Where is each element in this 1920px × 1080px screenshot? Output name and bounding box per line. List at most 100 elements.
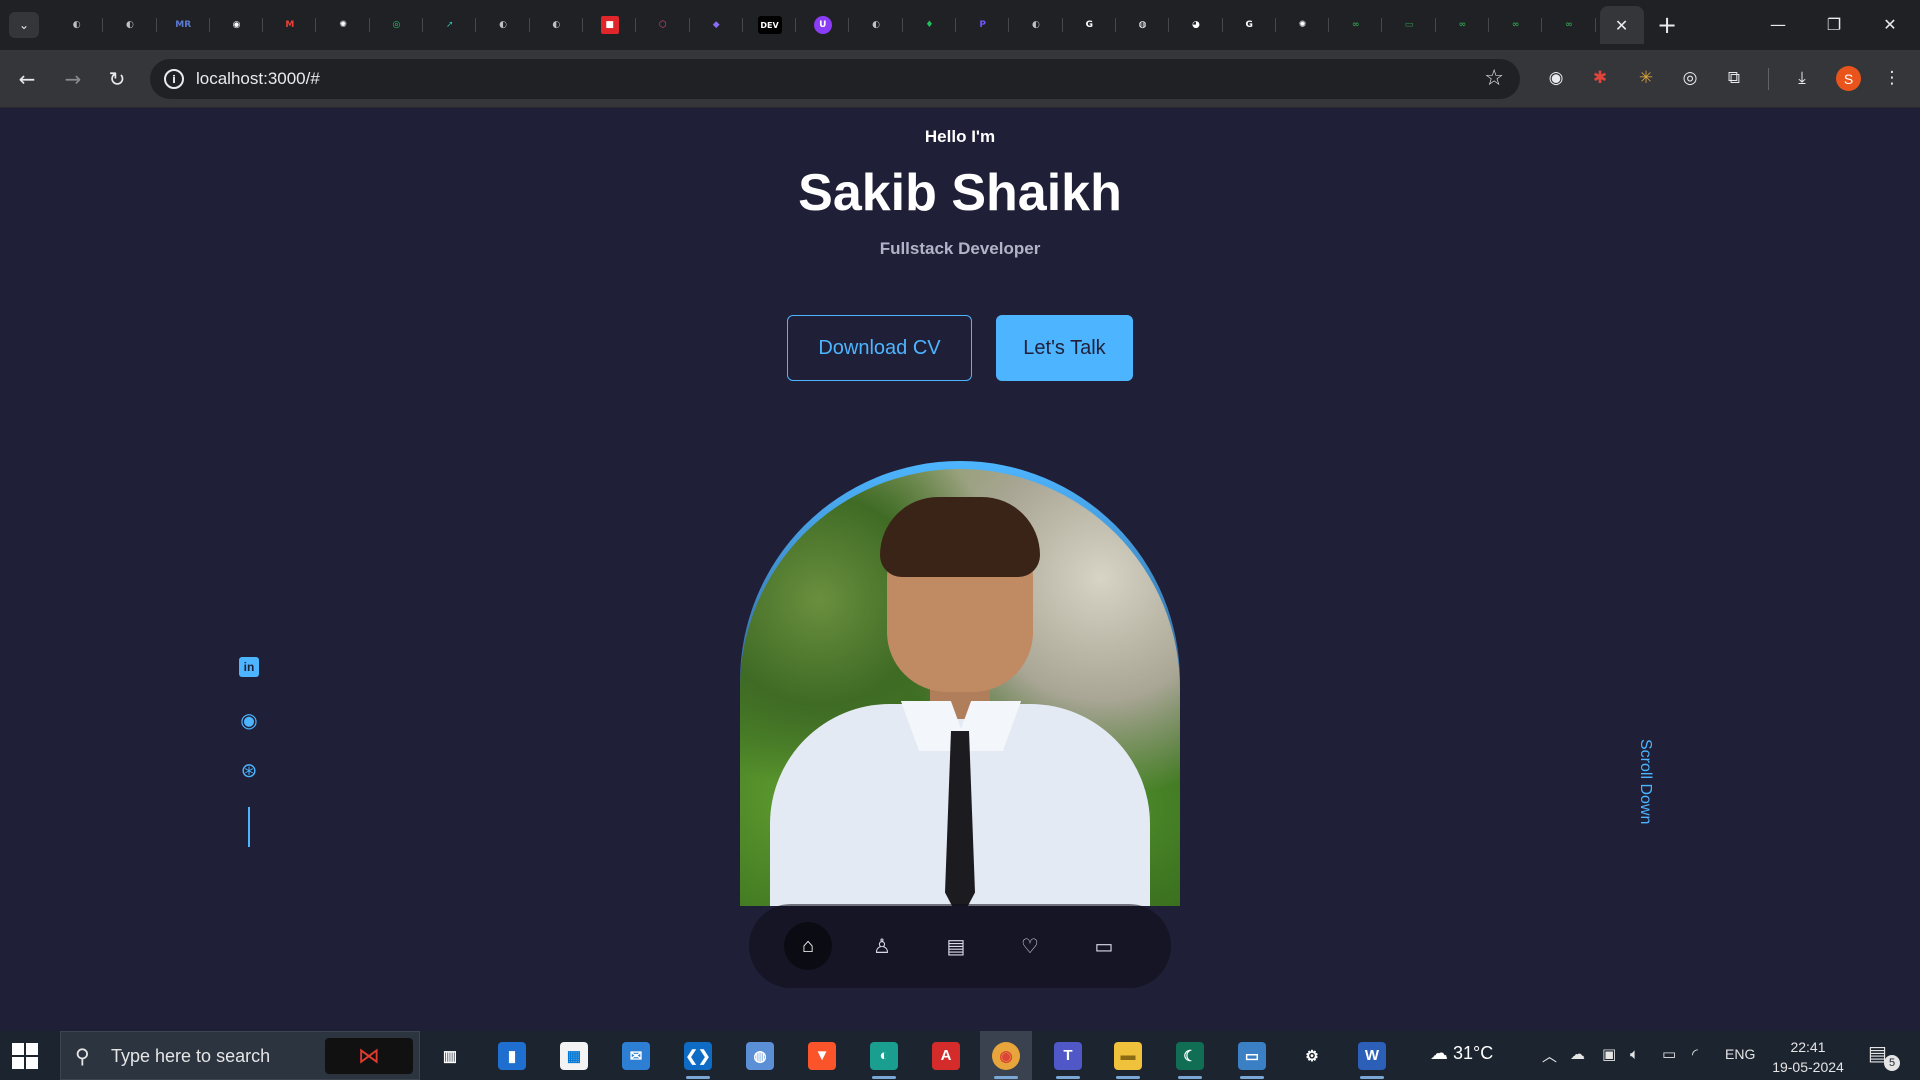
menu-kebab-icon[interactable]: ⋮ xyxy=(1880,66,1904,90)
globe-icon: ◐ xyxy=(872,20,881,30)
site-info-icon[interactable]: i xyxy=(164,69,184,89)
browser-tab[interactable]: ✺ xyxy=(1276,6,1330,44)
browser-tab[interactable]: M xyxy=(263,6,317,44)
cookie-extension-icon[interactable]: ✳ xyxy=(1634,66,1658,90)
taskbar-teams-button[interactable]: T xyxy=(1042,1031,1094,1080)
services-icon: ♡ xyxy=(1021,935,1039,958)
language-indicator[interactable]: ENG xyxy=(1725,1046,1755,1062)
target-extension-icon[interactable]: ◎ xyxy=(1678,66,1702,90)
github-icon[interactable]: ◉ xyxy=(236,707,262,733)
weather-cloud-icon: ☁ xyxy=(1430,1043,1448,1063)
close-window-button[interactable]: ✕ xyxy=(1862,6,1918,42)
browser-tab[interactable]: ⬡ xyxy=(636,6,690,44)
browser-tab[interactable]: ◐ xyxy=(849,6,904,44)
browser-tab[interactable]: MR xyxy=(157,6,211,44)
restore-button[interactable]: ❐ xyxy=(1806,6,1862,42)
browser-tab[interactable]: ◐ xyxy=(50,6,104,44)
volume-icon[interactable]: 🔈︎ xyxy=(1630,1045,1639,1063)
nav-home-icon[interactable]: ⌂ xyxy=(784,922,832,970)
taskbar-search-box[interactable]: ⚲ Type here to search ⋈ xyxy=(60,1031,420,1080)
browser-tab[interactable]: ▭ xyxy=(1382,6,1437,44)
browser-tab[interactable]: ◎ xyxy=(370,6,424,44)
circle-extension-icon[interactable]: ◉ xyxy=(1544,66,1568,90)
taskbar-moon-app-button[interactable]: ☾ xyxy=(1164,1031,1216,1080)
download-icon[interactable]: ⤓ xyxy=(1790,66,1814,90)
search-highlight-image[interactable]: ⋈ xyxy=(325,1038,413,1074)
wifi-icon[interactable]: ◜ xyxy=(1692,1045,1698,1063)
forward-button[interactable]: → xyxy=(56,62,90,96)
taskbar-clock[interactable]: 22:41 19-05-2024 xyxy=(1772,1037,1844,1077)
new-tab-button[interactable]: + xyxy=(1652,10,1682,40)
taskbar-vscode-button[interactable]: ❮❯ xyxy=(672,1031,724,1080)
browser-tab[interactable]: ◉ xyxy=(210,6,264,44)
browser-toolbar: ← → ↻ i localhost:3000/# ☆ xyxy=(0,50,1920,108)
scroll-down-link[interactable]: Scroll Down xyxy=(1636,739,1654,824)
dribbble-icon[interactable]: ⊛ xyxy=(236,757,262,783)
taskbar-mail-button[interactable]: ✉ xyxy=(610,1031,662,1080)
nav-services-icon[interactable]: ♡ xyxy=(1006,922,1054,970)
browser-tab[interactable]: ◆ xyxy=(690,6,744,44)
reload-button[interactable]: ↻ xyxy=(100,62,134,96)
url-text[interactable]: localhost:3000/# xyxy=(196,69,320,89)
taskbar-file-app-button[interactable]: ▮ xyxy=(486,1031,538,1080)
weather-widget[interactable]: ☁ 31°C xyxy=(1430,1043,1493,1064)
bookmark-star-icon[interactable]: ☆ xyxy=(1484,66,1504,91)
browser-tab[interactable]: ◐ xyxy=(530,6,584,44)
onedrive-icon[interactable]: ☁ xyxy=(1570,1045,1585,1063)
taskbar-chrome-button[interactable]: ◉ xyxy=(980,1031,1032,1080)
taskbar-globe-app-button[interactable]: ◍ xyxy=(734,1031,786,1080)
tab-search-button[interactable]: ⌄ xyxy=(9,12,39,38)
minimize-button[interactable]: — xyxy=(1750,6,1806,42)
browser-tab[interactable]: ∞ xyxy=(1542,6,1596,44)
browser-tab[interactable]: ➚ xyxy=(423,6,477,44)
profile-avatar[interactable]: S xyxy=(1836,66,1861,91)
taskbar-edge-button[interactable]: ◐ xyxy=(858,1031,910,1080)
browser-tab[interactable]: ◐ xyxy=(103,6,157,44)
browser-tab[interactable]: U xyxy=(796,6,850,44)
taskbar-settings-button[interactable]: ⚙ xyxy=(1286,1031,1338,1080)
taskbar-explorer-button[interactable]: ▬ xyxy=(1102,1031,1154,1080)
browser-tab[interactable]: ◐ xyxy=(476,6,530,44)
download-cv-button[interactable]: Download CV xyxy=(787,315,972,381)
taskbar-word-button[interactable]: W xyxy=(1346,1031,1398,1080)
active-browser-tab[interactable]: ✕ xyxy=(1599,6,1644,44)
browser-tab[interactable]: ∞ xyxy=(1436,6,1490,44)
network-status-icon[interactable]: ▣ xyxy=(1602,1045,1616,1063)
browser-tab[interactable]: ◐ xyxy=(1009,6,1063,44)
browser-tab[interactable]: ✺ xyxy=(316,6,371,44)
taskbar-pdf-button[interactable]: A xyxy=(920,1031,972,1080)
browser-tab[interactable]: ■ xyxy=(583,6,637,44)
browser-tab[interactable]: DEV xyxy=(743,6,797,44)
browser-tab[interactable]: G xyxy=(1063,6,1117,44)
taskbar-search-placeholder[interactable]: Type here to search xyxy=(111,1046,270,1067)
browser-tab[interactable]: ◍ xyxy=(1116,6,1170,44)
portrait-image xyxy=(740,469,1180,906)
close-tab-icon[interactable]: ✕ xyxy=(1615,16,1628,35)
social-divider-line xyxy=(248,807,250,847)
puzzle-extension-icon[interactable]: ⧉ xyxy=(1722,66,1746,90)
taskbar-store-button[interactable]: ▦ xyxy=(548,1031,600,1080)
windows-start-button[interactable] xyxy=(12,1043,38,1069)
nav-user-icon[interactable]: ♙ xyxy=(858,922,906,970)
nav-book-icon[interactable]: ▤ xyxy=(932,922,980,970)
red-square-icon: ■ xyxy=(600,16,619,34)
teal-arrow-icon: ➚ xyxy=(445,20,454,30)
battery-icon[interactable]: ▭ xyxy=(1662,1045,1676,1063)
red-extension-icon[interactable]: ✱ xyxy=(1588,66,1612,90)
tray-chevron-up-icon[interactable]: ︿ xyxy=(1542,1045,1557,1066)
browser-tab[interactable]: ♦ xyxy=(903,6,957,44)
lets-talk-button[interactable]: Let's Talk xyxy=(996,315,1133,381)
browser-tab[interactable]: ◕ xyxy=(1169,6,1223,44)
moon-app-icon: ☾ xyxy=(1176,1041,1204,1070)
linkedin-icon[interactable]: in xyxy=(239,657,259,677)
taskbar-task-view-button[interactable]: ▥ xyxy=(424,1031,476,1080)
browser-tab[interactable]: ∞ xyxy=(1329,6,1383,44)
nav-message-icon[interactable]: ▭ xyxy=(1080,922,1128,970)
taskbar-brave-button[interactable]: ▼ xyxy=(796,1031,848,1080)
browser-tab[interactable]: ∞ xyxy=(1489,6,1543,44)
browser-tab[interactable]: P xyxy=(956,6,1010,44)
browser-tab[interactable]: G xyxy=(1223,6,1277,44)
address-bar[interactable]: i localhost:3000/# ☆ xyxy=(150,59,1520,99)
taskbar-monitor-app-button[interactable]: ▭ xyxy=(1226,1031,1278,1080)
back-button[interactable]: ← xyxy=(10,62,44,96)
